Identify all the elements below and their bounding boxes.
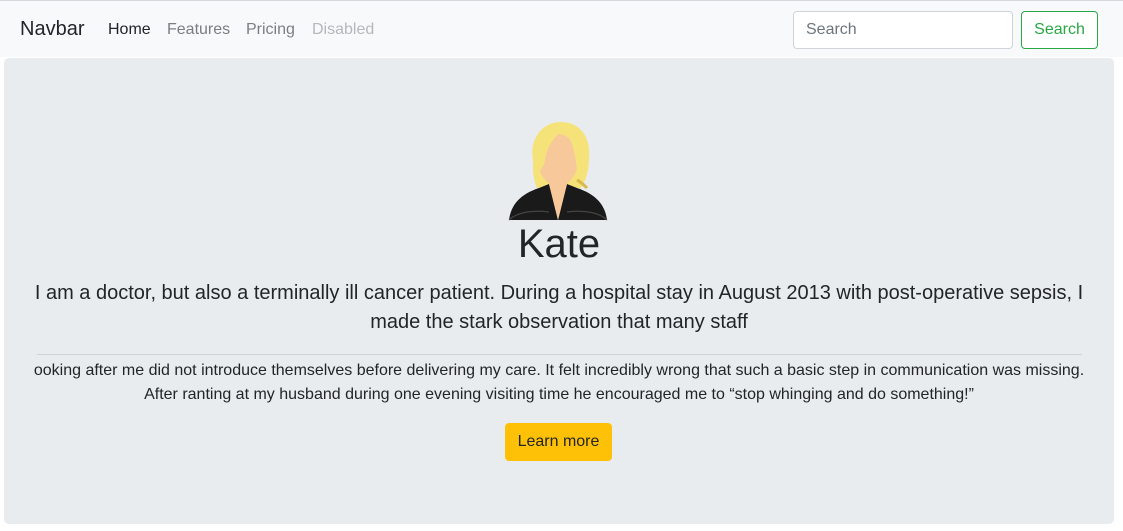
navbar-brand[interactable]: Navbar xyxy=(20,17,84,41)
search-input[interactable] xyxy=(793,11,1013,49)
profile-body-line-2: After ranting at my husband during one e… xyxy=(144,386,974,403)
nav-link-features[interactable]: Features xyxy=(167,20,230,39)
profile-body-line-1: ooking after me did not introduce themse… xyxy=(33,362,1085,379)
navbar: Navbar Home Features Pricing Disabled Se… xyxy=(0,1,1123,57)
nav-link-pricing[interactable]: Pricing xyxy=(246,20,295,39)
profile-name: Kate xyxy=(517,222,601,266)
profile-lead: I am a doctor, but also a terminally ill… xyxy=(34,282,1084,333)
profile-body: ooking after me did not introduce themse… xyxy=(30,359,1088,407)
search-button[interactable]: Search xyxy=(1021,11,1098,49)
nav-link-home[interactable]: Home xyxy=(108,20,151,39)
woman-avatar-icon xyxy=(508,122,608,221)
learn-more-button[interactable]: Learn more xyxy=(505,423,612,461)
divider xyxy=(37,354,1082,355)
nav-link-disabled: Disabled xyxy=(312,21,375,38)
